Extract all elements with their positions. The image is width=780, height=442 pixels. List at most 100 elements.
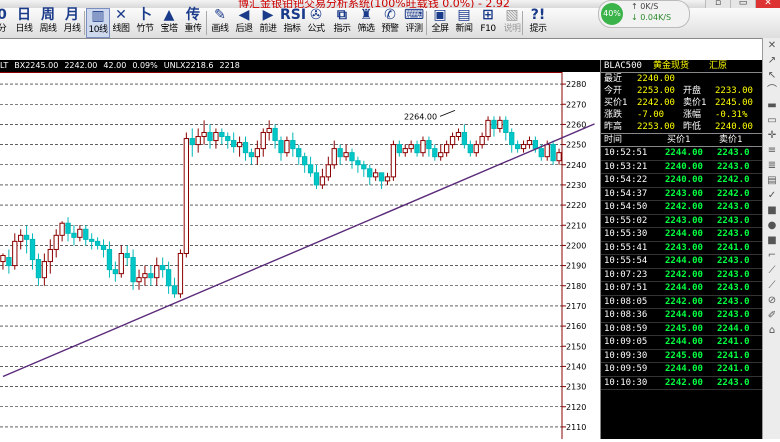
tick-list[interactable]: 10:52:51 2244.00 2243.0 10:53:21 2240.00 2243…	[601, 147, 762, 390]
tick-row[interactable]: 10:08:05 2242.00 2243.0	[601, 296, 762, 309]
candle-body	[6, 257, 12, 267]
tick-row[interactable]: 10:55:30 2244.00 2243.0	[601, 228, 762, 242]
sidebar-tool-icon[interactable]: ≡	[763, 143, 780, 158]
tick-row[interactable]: 10:54:37 2243.00 2242.0	[601, 188, 762, 201]
alert-icon: ✆	[384, 7, 396, 23]
toolbar-button-forward[interactable]: ▶ 前进	[256, 8, 280, 38]
toolbar-button-tips[interactable]: ?! 提示	[526, 8, 550, 38]
sidebar-tool-icon[interactable]: ■	[763, 233, 780, 248]
toolbar-button-lineplot[interactable]: ✕ 线图	[109, 8, 133, 38]
toolbar-button-fullscreen[interactable]: ▣ 全屏	[428, 8, 452, 38]
forward-label: 前进	[259, 24, 277, 34]
toolbar-button-week[interactable]: 周周线	[36, 8, 60, 38]
toolbar-button-f10[interactable]: ⊞ F10	[476, 8, 500, 38]
tick-row[interactable]: 10:52:51 2244.00 2243.0	[601, 147, 762, 161]
sidebar-tool-icon[interactable]: ⊘	[763, 293, 780, 308]
toolbar-button-tower[interactable]: ▲ 宝塔	[157, 8, 181, 38]
sidebar-tool-icon[interactable]: ✕	[763, 38, 780, 53]
y-tick-label: 2150	[566, 342, 586, 351]
tick-row[interactable]: 10:55:41 2243.00 2241.0	[601, 242, 762, 255]
sidebar-tool-icon[interactable]: ↖	[763, 68, 780, 83]
sidebar-tool-icon[interactable]: ⟋	[763, 263, 780, 278]
minimize-button[interactable]: ▫	[705, 0, 730, 8]
toolbar-button-back[interactable]: ◀ 后退	[232, 8, 256, 38]
candle-body	[225, 136, 231, 142]
candle-body	[378, 172, 385, 182]
sidebar-tool-icon[interactable]: ⌒	[763, 83, 780, 98]
chart-info-item: UNLX2218.6	[163, 61, 214, 70]
tick-header-bid: 买价1	[667, 135, 691, 145]
sidebar-tool-icon[interactable]: ⌂	[763, 323, 780, 338]
sidebar-tool-icon[interactable]: ✓	[763, 188, 780, 203]
tick-row[interactable]: 10:54:22 2240.00 2242.0	[601, 174, 762, 188]
candlestick-chart[interactable]: 2280 2270 2260 2250 2240 2230 2220 2210 2200 2190…	[0, 72, 600, 439]
tick-row[interactable]: 10:08:36 2244.00 2243.0	[601, 309, 762, 323]
y-tick-label: 2190	[566, 262, 586, 271]
tick-row[interactable]: 10:54:50 2242.00 2243.0	[601, 201, 762, 215]
y-tick-label: 2240	[566, 161, 586, 170]
candle-body	[396, 144, 402, 154]
tick-time: 10:09:59	[604, 364, 648, 374]
candle-body	[479, 136, 485, 146]
tick-bid: 2245.00	[665, 350, 703, 361]
candle-body	[71, 232, 77, 238]
toolbar-button-review[interactable]: ⌨ 评测	[402, 8, 426, 38]
toolbar-button-bamboo[interactable]: 卜竹节	[133, 8, 157, 38]
maximize-button[interactable]: ▭	[730, 0, 755, 8]
quote-stat-row: 今开 2253.00 开盘 2233.00	[601, 85, 762, 97]
tick-row[interactable]: 10:07:23 2242.00 2243.0	[601, 269, 762, 282]
toolbar-button-notes[interactable]: ▧ 说明	[500, 8, 524, 38]
network-speed-widget: 40% ↑ 0K/S ↓ 0.04K/S	[598, 0, 690, 28]
sidebar-tool-icon[interactable]: ⌐	[763, 248, 780, 263]
candle-body	[307, 164, 314, 174]
sidebar-tool-icon[interactable]: ≣	[763, 158, 780, 173]
tick-row[interactable]: 10:09:59 2244.00 2241.0	[601, 363, 762, 377]
tick-row[interactable]: 10:53:21 2240.00 2243.0	[601, 161, 762, 174]
toolbar-button-day[interactable]: 日日线	[12, 8, 36, 38]
latest-label: 最近	[604, 74, 623, 84]
tick-row[interactable]: 10:07:51 2244.00 2243.0	[601, 282, 762, 296]
tick-row[interactable]: 10:09:30 2245.00 2241.0	[601, 350, 762, 363]
tick-time: 10:07:23	[604, 269, 648, 280]
tick-row[interactable]: 10:08:59 2245.00 2244.0	[601, 323, 762, 336]
sidebar-tool-icon[interactable]: ■	[763, 203, 780, 218]
review-label: 评测	[405, 24, 423, 34]
sidebar-tool-icon[interactable]: ✛	[763, 128, 780, 143]
sidebar-tool-icon[interactable]: ▬	[763, 98, 780, 113]
tick-ask: 2243.0	[717, 310, 750, 320]
back-label: 后退	[235, 24, 253, 34]
toolbar-button-draw[interactable]: ✎ 画线	[208, 8, 232, 38]
sidebar-tool-icon[interactable]: ●	[763, 218, 780, 233]
sidebar-tool-icon[interactable]: ✐	[763, 308, 780, 323]
toolbar-button-formula[interactable]: ✇ 公式	[304, 8, 328, 38]
close-button[interactable]: ✕	[755, 0, 780, 8]
toolbar-button-indicator[interactable]: RSI 指标	[280, 8, 306, 38]
candle-body	[296, 148, 302, 158]
y-tick-label: 2270	[566, 100, 586, 109]
tick-row[interactable]: 10:55:02 2243.00 2243.0	[601, 215, 762, 228]
tick-row[interactable]: 10:55:54 2244.00 2243.0	[601, 255, 762, 269]
candle-body	[402, 148, 408, 154]
stat-value: 2253.00	[637, 86, 675, 96]
candle-body	[59, 222, 65, 236]
toolbar-button-month[interactable]: 月月线	[60, 8, 84, 38]
tick-row[interactable]: 10:10:30 2242.00 2243.0	[601, 377, 762, 390]
sidebar-tool-icon[interactable]: ↗	[763, 53, 780, 68]
toolbar-button-reset[interactable]: 传重传	[181, 8, 205, 38]
review-icon: ⌨	[403, 7, 425, 23]
toolbar-button-tick10[interactable]: ▥ 10线	[86, 8, 110, 38]
sidebar-tool-icon[interactable]: ▤	[763, 173, 780, 188]
tick-time: 10:08:59	[604, 323, 648, 334]
candle-body	[65, 222, 71, 234]
chart-info-item: BX2245.00	[14, 61, 59, 70]
toolbar-button-index[interactable]: ⧉ 指示	[330, 8, 354, 38]
tick-ask: 2243.0	[717, 148, 750, 158]
toolbar-button-news[interactable]: ▤ 新闻	[452, 8, 476, 38]
candle-body	[426, 140, 432, 150]
tick-row[interactable]: 10:09:05 2244.00 2241.0	[601, 336, 762, 350]
sidebar-tool-icon[interactable]: ⟋	[763, 278, 780, 293]
tick-bid: 2244.00	[665, 256, 703, 266]
sidebar-tool-icon[interactable]: ▭	[763, 113, 780, 128]
toolbar-button-alert[interactable]: ✆ 预警	[378, 8, 402, 38]
toolbar-button-filter[interactable]: ♜ 筛选	[354, 8, 378, 38]
